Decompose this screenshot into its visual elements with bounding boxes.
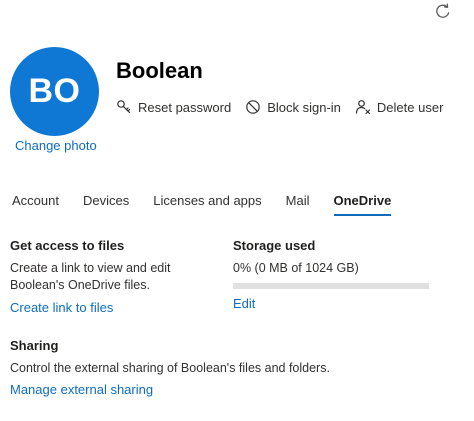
get-access-title: Get access to files (10, 238, 125, 253)
tab-bar: Account Devices Licenses and apps Mail O… (12, 193, 391, 216)
refresh-icon[interactable] (434, 2, 452, 20)
change-photo-link[interactable]: Change photo (15, 138, 97, 153)
avatar: BO (10, 47, 99, 136)
tab-account[interactable]: Account (12, 193, 59, 213)
block-signin-label: Block sign-in (267, 99, 341, 115)
reset-password-button[interactable]: Reset password (116, 99, 231, 115)
tab-devices[interactable]: Devices (83, 193, 129, 213)
user-actions-bar: Reset password Block sign-in Delete user (116, 99, 443, 115)
get-access-description: Create a link to view and edit Boolean's… (10, 261, 171, 292)
edit-storage-link[interactable]: Edit (233, 296, 255, 311)
storage-used-title: Storage used (233, 238, 316, 253)
sharing-description: Control the external sharing of Boolean'… (10, 361, 330, 375)
storage-progress-bar (233, 283, 429, 289)
sharing-title: Sharing (10, 338, 59, 353)
tab-licenses-and-apps[interactable]: Licenses and apps (153, 193, 261, 213)
tab-mail[interactable]: Mail (286, 193, 310, 213)
delete-user-button[interactable]: Delete user (355, 99, 443, 115)
key-icon (117, 100, 131, 114)
storage-used-value: 0% (0 MB of 1024 GB) (233, 261, 359, 275)
tab-onedrive[interactable]: OneDrive (333, 193, 391, 216)
user-name: Boolean (116, 58, 203, 83)
delete-user-label: Delete user (376, 99, 444, 115)
reset-password-label: Reset password (138, 99, 232, 115)
create-link-to-files-link[interactable]: Create link to files (10, 300, 113, 315)
block-signin-button[interactable]: Block sign-in (245, 99, 341, 115)
manage-external-sharing-link[interactable]: Manage external sharing (10, 382, 153, 397)
delete-user-icon (355, 100, 371, 115)
block-icon (246, 100, 261, 114)
